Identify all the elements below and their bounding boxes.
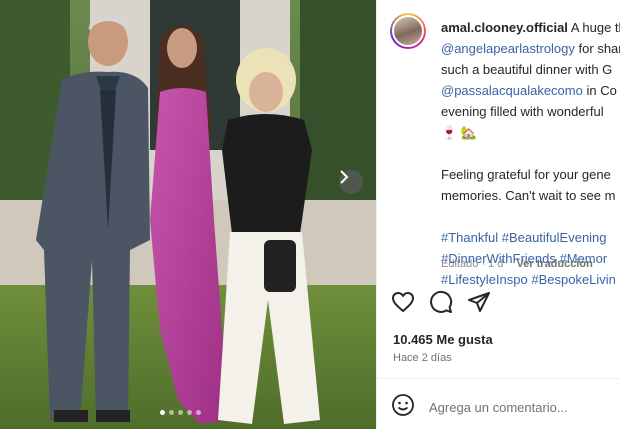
- post-side-panel: amal.clooney.official A huge thank you t…: [376, 0, 620, 429]
- hashtag-link[interactable]: #BespokeLivin: [531, 272, 616, 287]
- post-timestamp[interactable]: Hace 2 días: [393, 352, 452, 364]
- post-caption: amal.clooney.official A huge thank you t…: [441, 17, 620, 290]
- photo-scene: [0, 0, 376, 429]
- share-button[interactable]: [467, 290, 491, 314]
- like-button[interactable]: [391, 290, 415, 314]
- hashtag-link[interactable]: #BeautifulEvening: [502, 230, 607, 245]
- heart-icon: [392, 292, 414, 312]
- mention-link[interactable]: @angelapearlastrology: [441, 41, 575, 56]
- hashtag-link[interactable]: #Thankful: [441, 230, 498, 245]
- carousel-dot[interactable]: [169, 410, 174, 415]
- comment-bubble-icon: [430, 290, 453, 313]
- username-link[interactable]: amal.clooney.official: [441, 20, 568, 35]
- comment-button[interactable]: [429, 290, 453, 314]
- comment-input[interactable]: [429, 400, 620, 415]
- caption-text: evening filled with wonderful: [441, 104, 604, 119]
- translate-link[interactable]: Ver traducción: [516, 258, 592, 270]
- post-photo: [0, 0, 376, 429]
- action-bar: [391, 290, 491, 314]
- carousel-dot[interactable]: [160, 410, 165, 415]
- mention-link[interactable]: @passalacqualakecomo: [441, 83, 583, 98]
- hashtag-link[interactable]: #LifestyleInspo: [441, 272, 528, 287]
- divider: [377, 378, 620, 379]
- carousel-dot[interactable]: [178, 410, 183, 415]
- chevron-right-icon: [340, 170, 349, 184]
- carousel-dot[interactable]: [187, 410, 192, 415]
- avatar-image: [392, 15, 424, 47]
- comment-composer: [391, 393, 620, 422]
- carousel-next-button[interactable]: [339, 170, 363, 194]
- smiley-icon: [392, 394, 414, 416]
- edited-label: Editado · 1 d: [441, 258, 504, 270]
- paper-plane-icon: [468, 292, 490, 312]
- caption-text: memories. Can't wait to see m: [441, 188, 616, 203]
- caption-text: in Co: [586, 83, 617, 98]
- caption-text: such a beautiful dinner with G: [441, 62, 613, 77]
- emoji-picker-button[interactable]: [391, 393, 415, 422]
- carousel-dot[interactable]: [196, 410, 201, 415]
- likes-count[interactable]: 10.465 Me gusta: [393, 332, 493, 347]
- caption-emojis: 🍷 🏡: [441, 125, 477, 140]
- avatar[interactable]: [390, 13, 426, 49]
- caption-meta: Editado · 1 d Ver traducción: [441, 258, 593, 270]
- caption-text: Feeling grateful for your gene: [441, 167, 611, 182]
- caption-text: for sharing: [578, 41, 620, 56]
- carousel-dots: [160, 410, 201, 415]
- caption-text: A huge thank you to: [570, 20, 620, 35]
